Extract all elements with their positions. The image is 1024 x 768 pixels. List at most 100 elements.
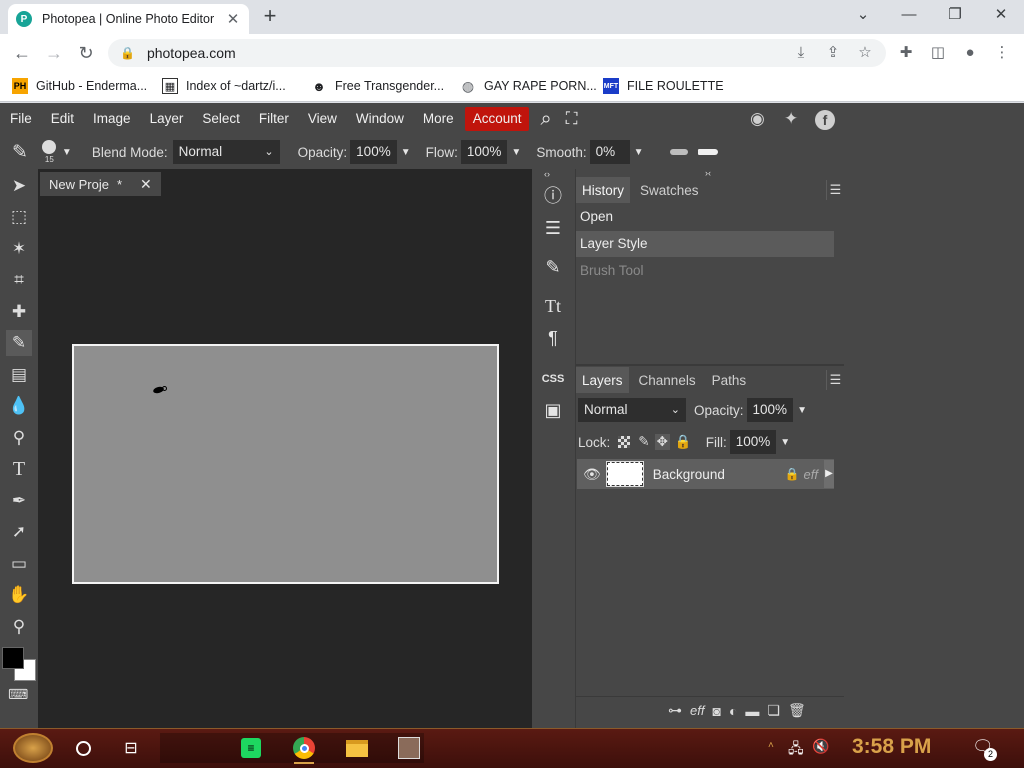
facebook-icon[interactable]: f xyxy=(815,110,835,130)
expand-arrows-icon[interactable]: ›‹ xyxy=(705,168,711,178)
brush-tool-icon[interactable]: ✎ xyxy=(6,330,32,356)
link-layers-icon[interactable]: ⊶ xyxy=(668,702,682,719)
image-canvas[interactable] xyxy=(72,344,499,584)
pinned-app[interactable] xyxy=(396,732,422,764)
bookmark-star-icon[interactable]: ☆ xyxy=(853,42,877,64)
tab-channels[interactable]: Channels xyxy=(633,367,702,393)
layer-opacity-input[interactable]: 100% xyxy=(746,398,794,422)
marquee-tool-icon[interactable]: ⬚ xyxy=(6,204,32,230)
minimize-button[interactable]: — xyxy=(886,2,932,30)
blend-mode-select[interactable]: Normal ⌄ xyxy=(172,140,280,164)
foreground-color-swatch-front[interactable] xyxy=(2,647,24,669)
chevron-down-icon[interactable]: ▼ xyxy=(634,147,644,158)
chevron-down-icon[interactable]: ▼ xyxy=(62,147,72,158)
bookmark-item[interactable]: ▦ Index of ~dartz/i... xyxy=(162,76,286,96)
pressure-opacity-icon[interactable] xyxy=(669,149,688,155)
bookmark-item[interactable]: ◍ GAY RAPE PORN... xyxy=(460,76,597,96)
dodge-tool-icon[interactable]: ⚲ xyxy=(6,425,32,451)
brush-preset-picker[interactable]: 15 xyxy=(40,138,62,166)
tab-history[interactable]: History xyxy=(576,177,631,203)
fill-input[interactable]: 100% xyxy=(729,430,777,454)
volume-muted-icon[interactable]: 🔇 xyxy=(812,738,829,755)
tray-overflow-icon[interactable]: ˄ xyxy=(768,740,774,751)
crop-tool-icon[interactable]: ⌗ xyxy=(6,267,32,293)
bookmark-item[interactable]: PH GitHub - Enderma... xyxy=(12,76,147,96)
new-tab-button[interactable]: + xyxy=(258,5,282,29)
menu-file[interactable]: File xyxy=(2,107,40,131)
address-bar[interactable]: 🔒 photopea.com xyxy=(108,39,886,67)
layer-row[interactable]: 👁 Background 🔒 eff ▶ xyxy=(577,459,834,489)
lock-transparency-icon[interactable] xyxy=(618,436,631,448)
browser-tab[interactable]: P Photopea | Online Photo Editor ✕ xyxy=(8,4,249,34)
brush-tool-icon[interactable]: ✎ xyxy=(12,141,28,164)
bookmark-item[interactable]: MFT FILE ROULETTE xyxy=(603,76,724,96)
pen-tool-icon[interactable]: ✒ xyxy=(6,488,32,514)
brush-settings-icon[interactable]: ✎ xyxy=(537,252,569,282)
collapse-arrows-icon[interactable]: ‹› xyxy=(544,169,550,179)
layer-fx-label[interactable]: eff xyxy=(804,467,818,482)
gradient-tool-icon[interactable]: ▤ xyxy=(6,362,32,388)
shape-tool-icon[interactable]: ▭ xyxy=(6,551,32,577)
menu-image[interactable]: Image xyxy=(85,107,139,131)
chevron-down-icon[interactable]: ▼ xyxy=(401,147,411,158)
panel-menu-icon[interactable]: ☰ xyxy=(826,180,844,200)
menu-window[interactable]: Window xyxy=(348,107,412,131)
install-app-icon[interactable]: ⤓ xyxy=(789,42,813,64)
new-group-folder-icon[interactable]: ▬ xyxy=(745,703,759,719)
spotify-app[interactable]: ≡ xyxy=(238,732,264,764)
menu-select[interactable]: Select xyxy=(194,107,248,131)
chevron-down-icon[interactable]: ▼ xyxy=(797,405,807,416)
file-explorer-app[interactable] xyxy=(344,732,370,764)
clock[interactable]: 3:58 PM xyxy=(852,735,931,759)
menu-view[interactable]: View xyxy=(300,107,345,131)
account-button[interactable]: Account xyxy=(464,107,530,131)
opacity-input[interactable]: 100% xyxy=(350,140,397,164)
hand-tool-icon[interactable]: ✋ xyxy=(6,582,32,608)
delete-layer-trash-icon[interactable]: 🗑 xyxy=(788,702,806,719)
new-layer-icon[interactable]: ❏ xyxy=(767,702,780,719)
chrome-app[interactable] xyxy=(290,732,318,764)
adjustments-icon[interactable]: ☰ xyxy=(537,213,569,243)
tab-layers[interactable]: Layers xyxy=(576,367,629,393)
profile-avatar-icon[interactable]: ● xyxy=(958,42,982,64)
extensions-icon[interactable]: ✚ xyxy=(894,42,918,64)
tab-swatches[interactable]: Swatches xyxy=(634,177,705,203)
paragraph-icon[interactable]: ¶ xyxy=(537,323,569,353)
lock-move-icon[interactable]: ✥ xyxy=(654,434,670,450)
history-step[interactable]: Open xyxy=(576,204,834,230)
layer-expand-icon[interactable]: ▶ xyxy=(824,460,834,488)
layer-blend-select[interactable]: Normal ⌄ xyxy=(578,398,686,422)
side-panel-icon[interactable]: ◫ xyxy=(926,42,950,64)
image-icon[interactable]: ▣ xyxy=(537,395,569,425)
tab-search-chevron-icon[interactable]: ⌄ xyxy=(840,2,886,30)
blur-tool-icon[interactable]: 💧 xyxy=(6,393,32,419)
tab-paths[interactable]: Paths xyxy=(706,367,753,393)
tab-close-icon[interactable]: ✕ xyxy=(225,10,241,28)
menu-edit[interactable]: Edit xyxy=(43,107,82,131)
bookmark-item[interactable]: ☻ Free Transgender... xyxy=(311,76,444,96)
lock-all-icon[interactable]: 🔒 xyxy=(675,434,692,450)
reddit-icon[interactable]: ◉ xyxy=(750,109,765,129)
search-button[interactable] xyxy=(70,732,96,764)
chevron-down-icon[interactable]: ▼ xyxy=(780,437,790,448)
close-window-button[interactable]: ✕ xyxy=(978,2,1024,30)
eye-visibility-icon[interactable]: 👁 xyxy=(583,466,601,483)
type-tool-icon[interactable]: T xyxy=(6,456,32,482)
info-icon[interactable]: ⓘ xyxy=(537,181,569,211)
search-icon[interactable]: ⌕ xyxy=(540,108,551,131)
task-view-icon[interactable]: ⊟ xyxy=(118,732,144,764)
menu-filter[interactable]: Filter xyxy=(251,107,297,131)
zoom-tool-icon[interactable]: ⚲ xyxy=(6,614,32,640)
keyboard-icon[interactable]: ⌨ xyxy=(8,686,28,703)
adjustment-layer-icon[interactable]: ◐ xyxy=(729,703,737,719)
healing-tool-icon[interactable]: ✚ xyxy=(6,299,32,325)
add-effect-label[interactable]: eff xyxy=(690,703,704,718)
move-tool-icon[interactable]: ➤ xyxy=(6,173,32,199)
share-icon[interactable]: ⇪ xyxy=(821,42,845,64)
menu-more[interactable]: More xyxy=(415,107,462,131)
history-step[interactable]: Brush Tool xyxy=(576,258,834,284)
twitter-icon[interactable]: ✦ xyxy=(784,109,798,129)
restore-button[interactable]: ❐ xyxy=(932,2,978,30)
network-icon[interactable]: 🖧 xyxy=(788,738,804,762)
start-button[interactable] xyxy=(8,732,58,764)
